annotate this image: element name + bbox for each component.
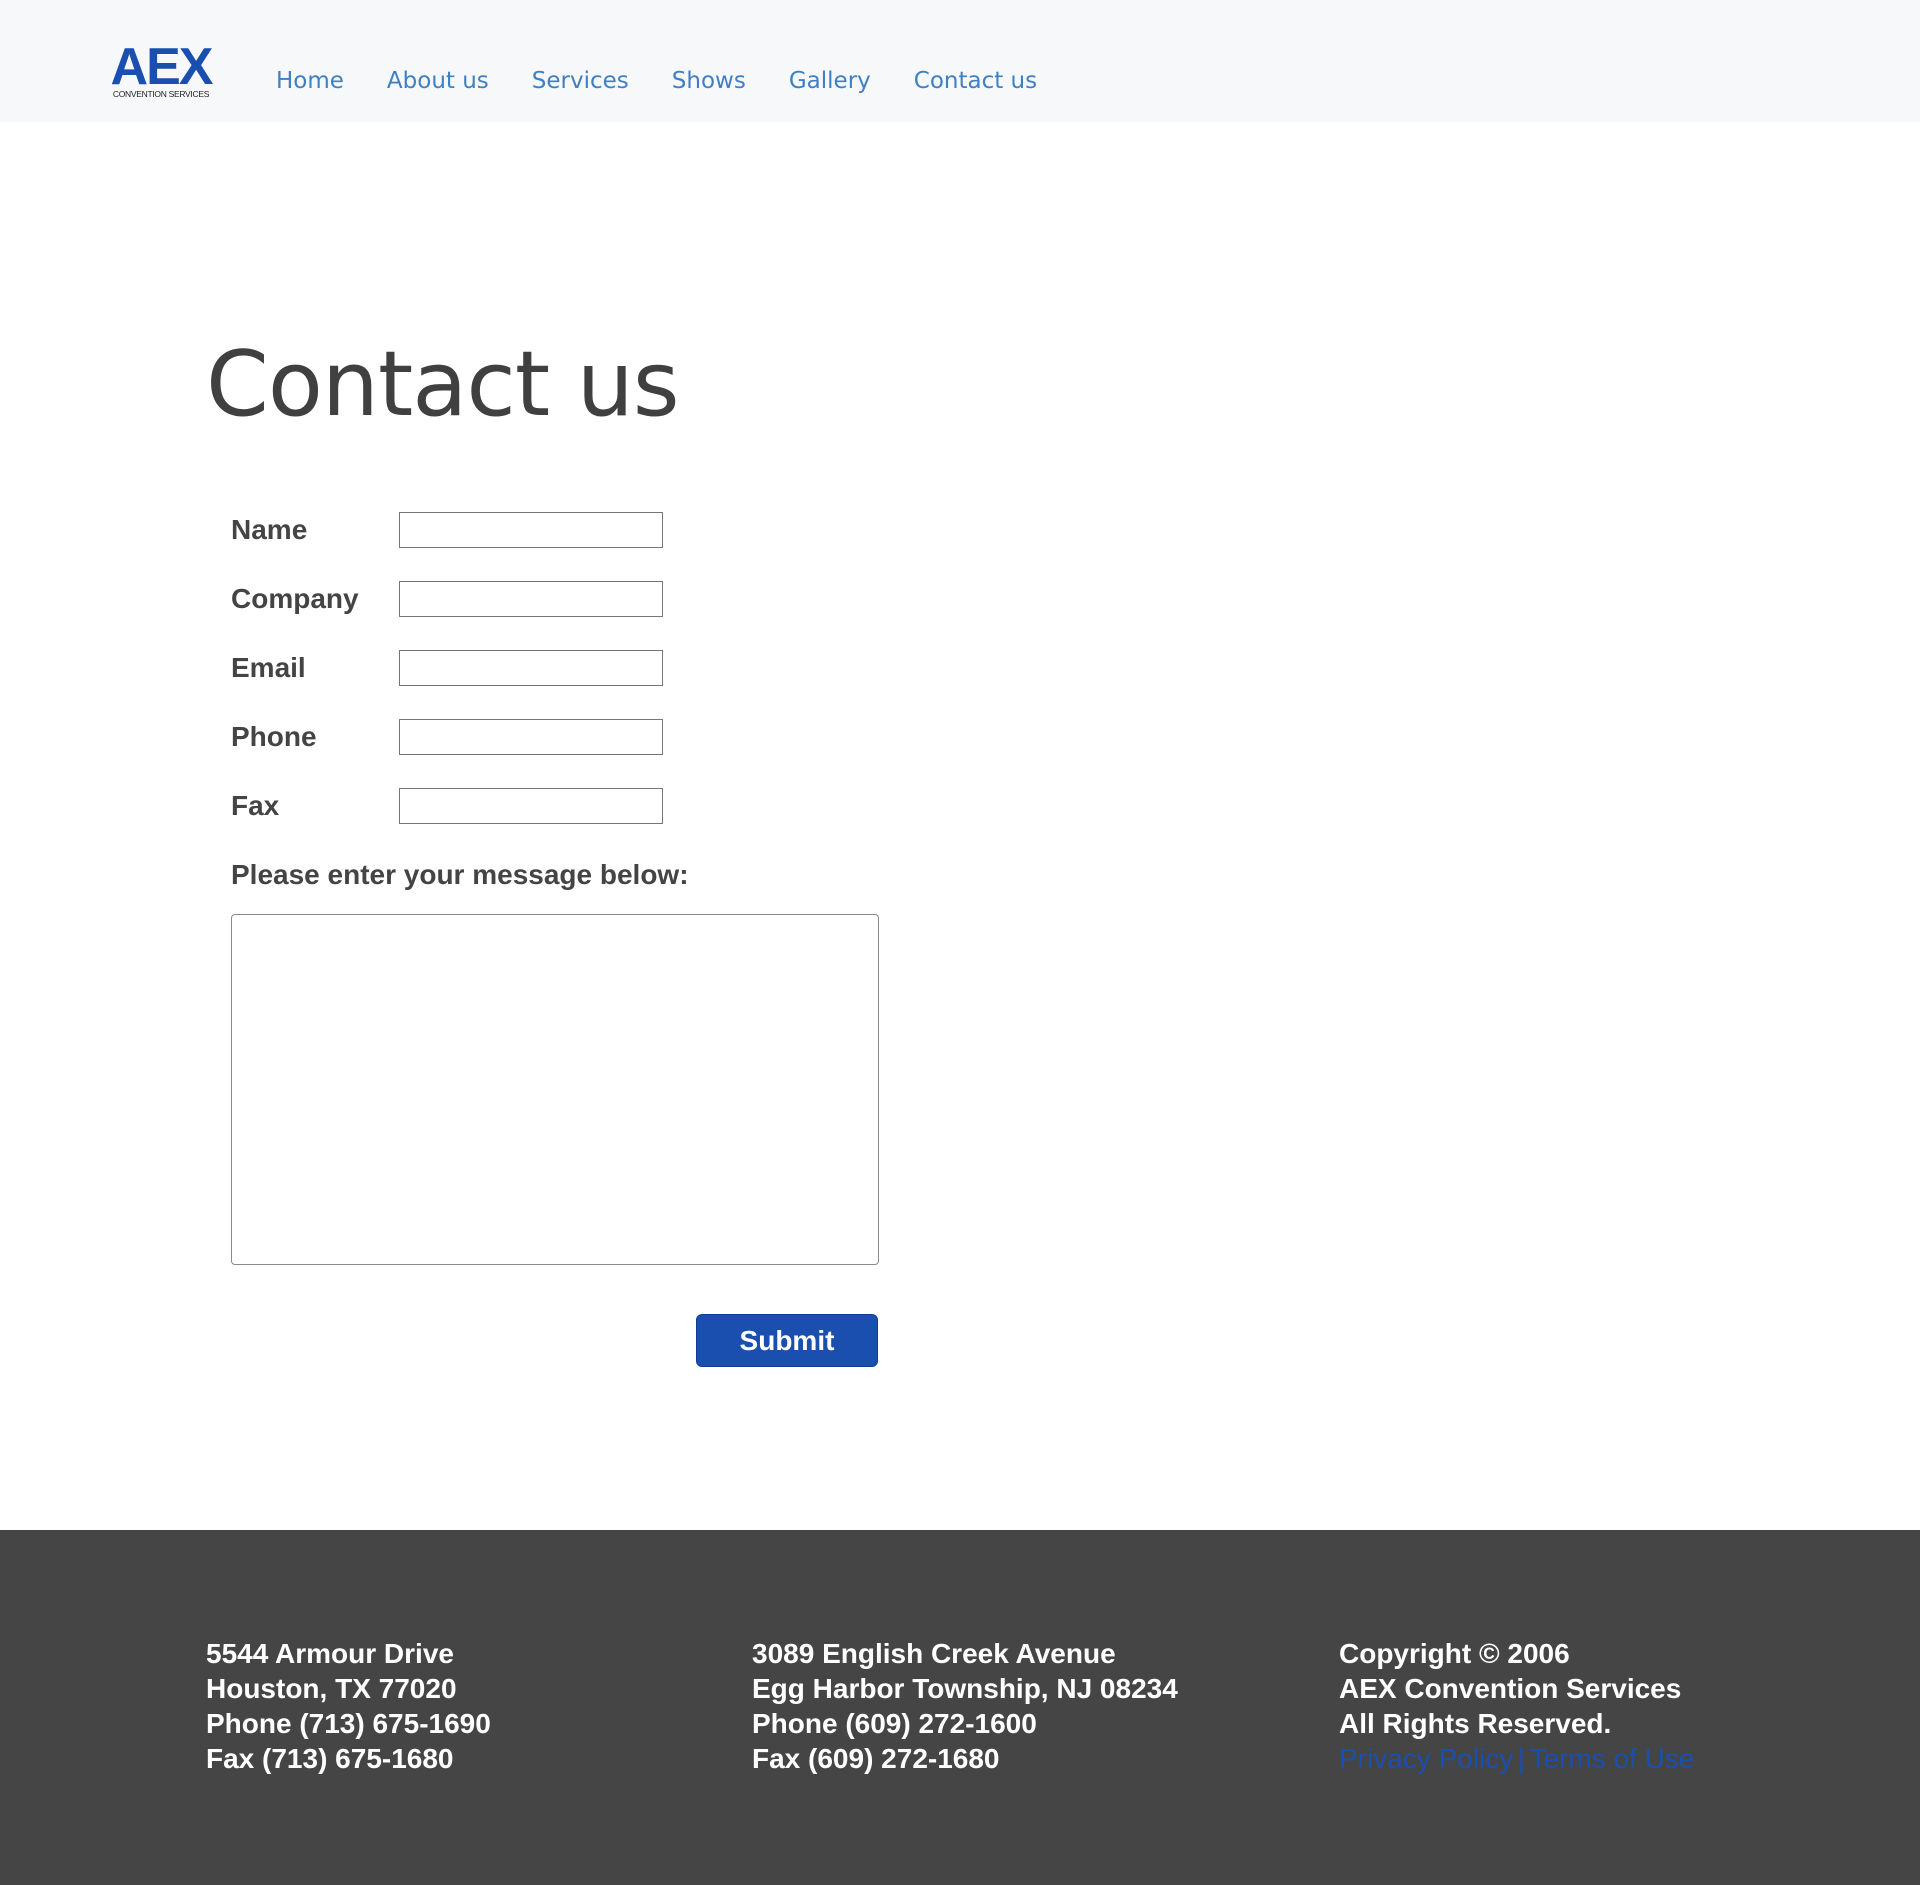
logo-wordmark: AEX [110,38,214,96]
copyright-text: Copyright © 2006 [1339,1638,1570,1669]
footer-legal: Copyright © 2006 AEX Convention Services… [1339,1636,1694,1776]
egg-harbor-city: Egg Harbor Township, NJ 08234 [752,1673,1178,1704]
nav-link-gallery[interactable]: Gallery [789,62,871,100]
email-label: Email [231,652,306,683]
company-label: Company [231,583,359,614]
egg-harbor-street: 3089 English Creek Avenue [752,1638,1116,1669]
fax-field[interactable] [399,788,663,824]
nav-link-services[interactable]: Services [532,62,629,100]
name-label: Name [231,514,308,545]
top-navigation-bar: AEX CONVENTION SERVICES Home About us Se… [0,0,1920,122]
name-field[interactable] [399,512,663,548]
company-field[interactable] [399,581,663,617]
fax-label: Fax [231,790,280,821]
egg-harbor-fax: Fax (609) 272-1680 [752,1743,1000,1774]
email-field[interactable] [399,650,663,686]
submit-button[interactable]: Submit [696,1314,878,1367]
logo-tagline: CONVENTION SERVICES [112,89,210,99]
company-name: AEX Convention Services [1339,1673,1682,1704]
houston-phone: Phone (713) 675-1690 [206,1708,491,1739]
houston-street: 5544 Armour Drive [206,1638,454,1669]
privacy-policy-link[interactable]: Privacy Policy [1339,1743,1513,1774]
nav-link-shows[interactable]: Shows [672,62,746,100]
terms-of-use-link[interactable]: Terms of Use [1529,1743,1694,1774]
egg-harbor-phone: Phone (609) 272-1600 [752,1708,1037,1739]
legal-links: Privacy Policy | Terms of Use [1339,1741,1694,1776]
rights-text: All Rights Reserved. [1339,1708,1612,1739]
legal-links-separator: | [1517,1743,1525,1774]
phone-field[interactable] [399,719,663,755]
page-title: Contact us [206,332,680,437]
nav-link-home[interactable]: Home [276,62,344,100]
footer-address-egg-harbor: 3089 English Creek Avenue Egg Harbor Tow… [752,1636,1178,1776]
phone-label: Phone [231,721,317,752]
main-nav: Home About us Services Shows Gallery Con… [276,62,1080,100]
houston-city: Houston, TX 77020 [206,1673,457,1704]
message-textarea[interactable] [231,914,879,1265]
houston-fax: Fax (713) 675-1680 [206,1743,454,1774]
nav-link-about-us[interactable]: About us [387,62,489,100]
nav-link-contact-us[interactable]: Contact us [914,62,1037,100]
footer-address-houston: 5544 Armour Drive Houston, TX 77020 Phon… [206,1636,491,1776]
message-label: Please enter your message below: [231,859,689,890]
aex-logo[interactable]: AEX CONVENTION SERVICES [108,38,214,100]
site-footer: 5544 Armour Drive Houston, TX 77020 Phon… [0,1530,1920,1885]
